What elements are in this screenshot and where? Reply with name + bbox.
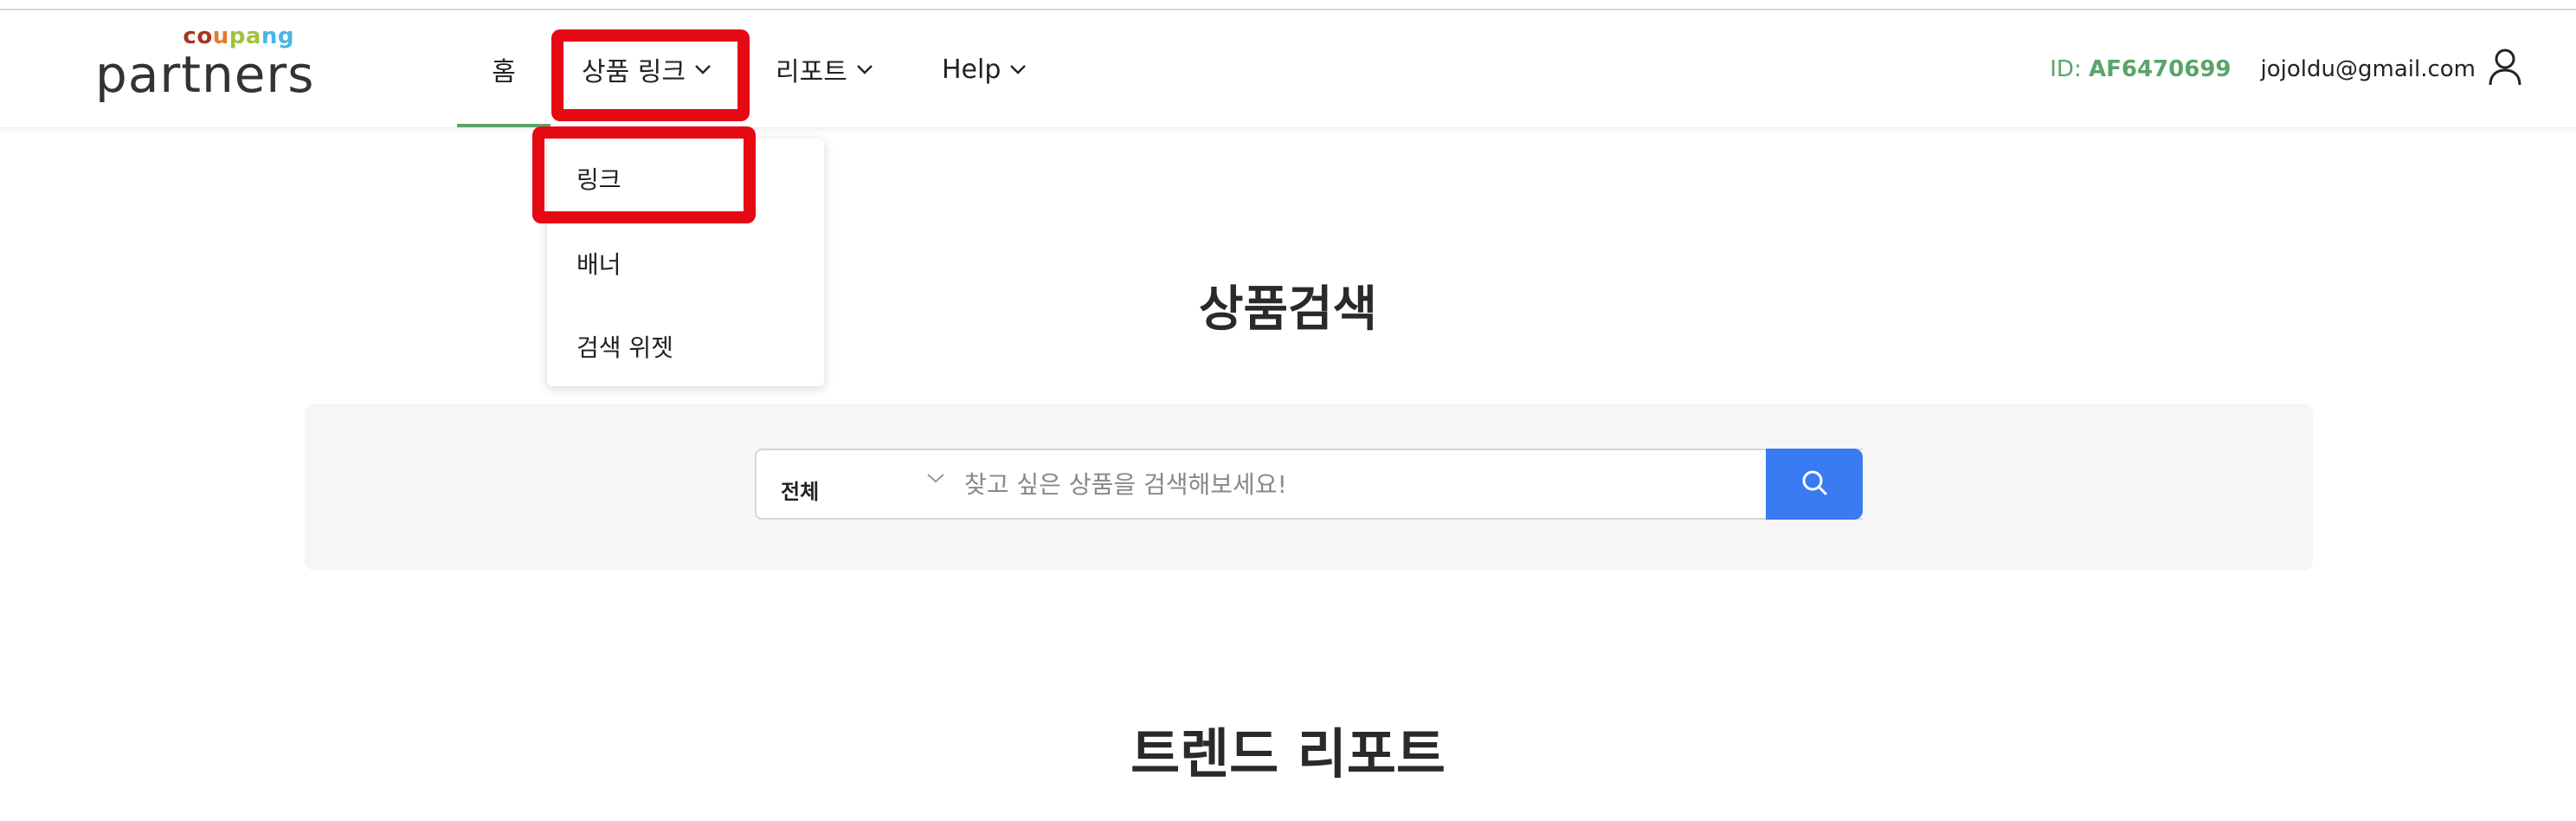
nav-report-label: 리포트 (776, 57, 847, 87)
nav-report[interactable]: 리포트 (776, 10, 873, 128)
nav-home-label: 홈 (492, 57, 516, 87)
search-input[interactable] (964, 452, 1830, 516)
chevron-down-icon[interactable] (926, 471, 945, 488)
account-email[interactable]: jojoldu@gmail.com (2261, 56, 2476, 82)
account-area: ID: AF6470699 jojoldu@gmail.com (2050, 10, 2522, 128)
search-button[interactable] (1766, 449, 1863, 520)
product-search-title: 상품검색 (1198, 281, 1378, 338)
trend-report-title: 트렌드 리포트 (1130, 722, 1446, 785)
category-select[interactable]: 전체 (781, 475, 819, 505)
partners-wordmark: partners (95, 45, 315, 104)
browser-top-rule (0, 0, 2576, 10)
user-icon[interactable] (2488, 47, 2522, 93)
nav-help[interactable]: Help (942, 10, 1027, 128)
highlight-box-dropdown-link (532, 126, 756, 223)
search-box: 전체 (755, 449, 1863, 520)
nav-help-label: Help (942, 54, 1001, 85)
chevron-down-icon (1009, 63, 1027, 75)
chevron-down-icon (856, 63, 873, 75)
highlight-box-nav (551, 29, 750, 121)
search-icon (1799, 467, 1830, 501)
affiliate-id: ID: AF6470699 (2050, 56, 2231, 82)
coupang-partners-logo[interactable]: coupang partners (95, 24, 313, 102)
nav-home[interactable]: 홈 (457, 10, 551, 128)
